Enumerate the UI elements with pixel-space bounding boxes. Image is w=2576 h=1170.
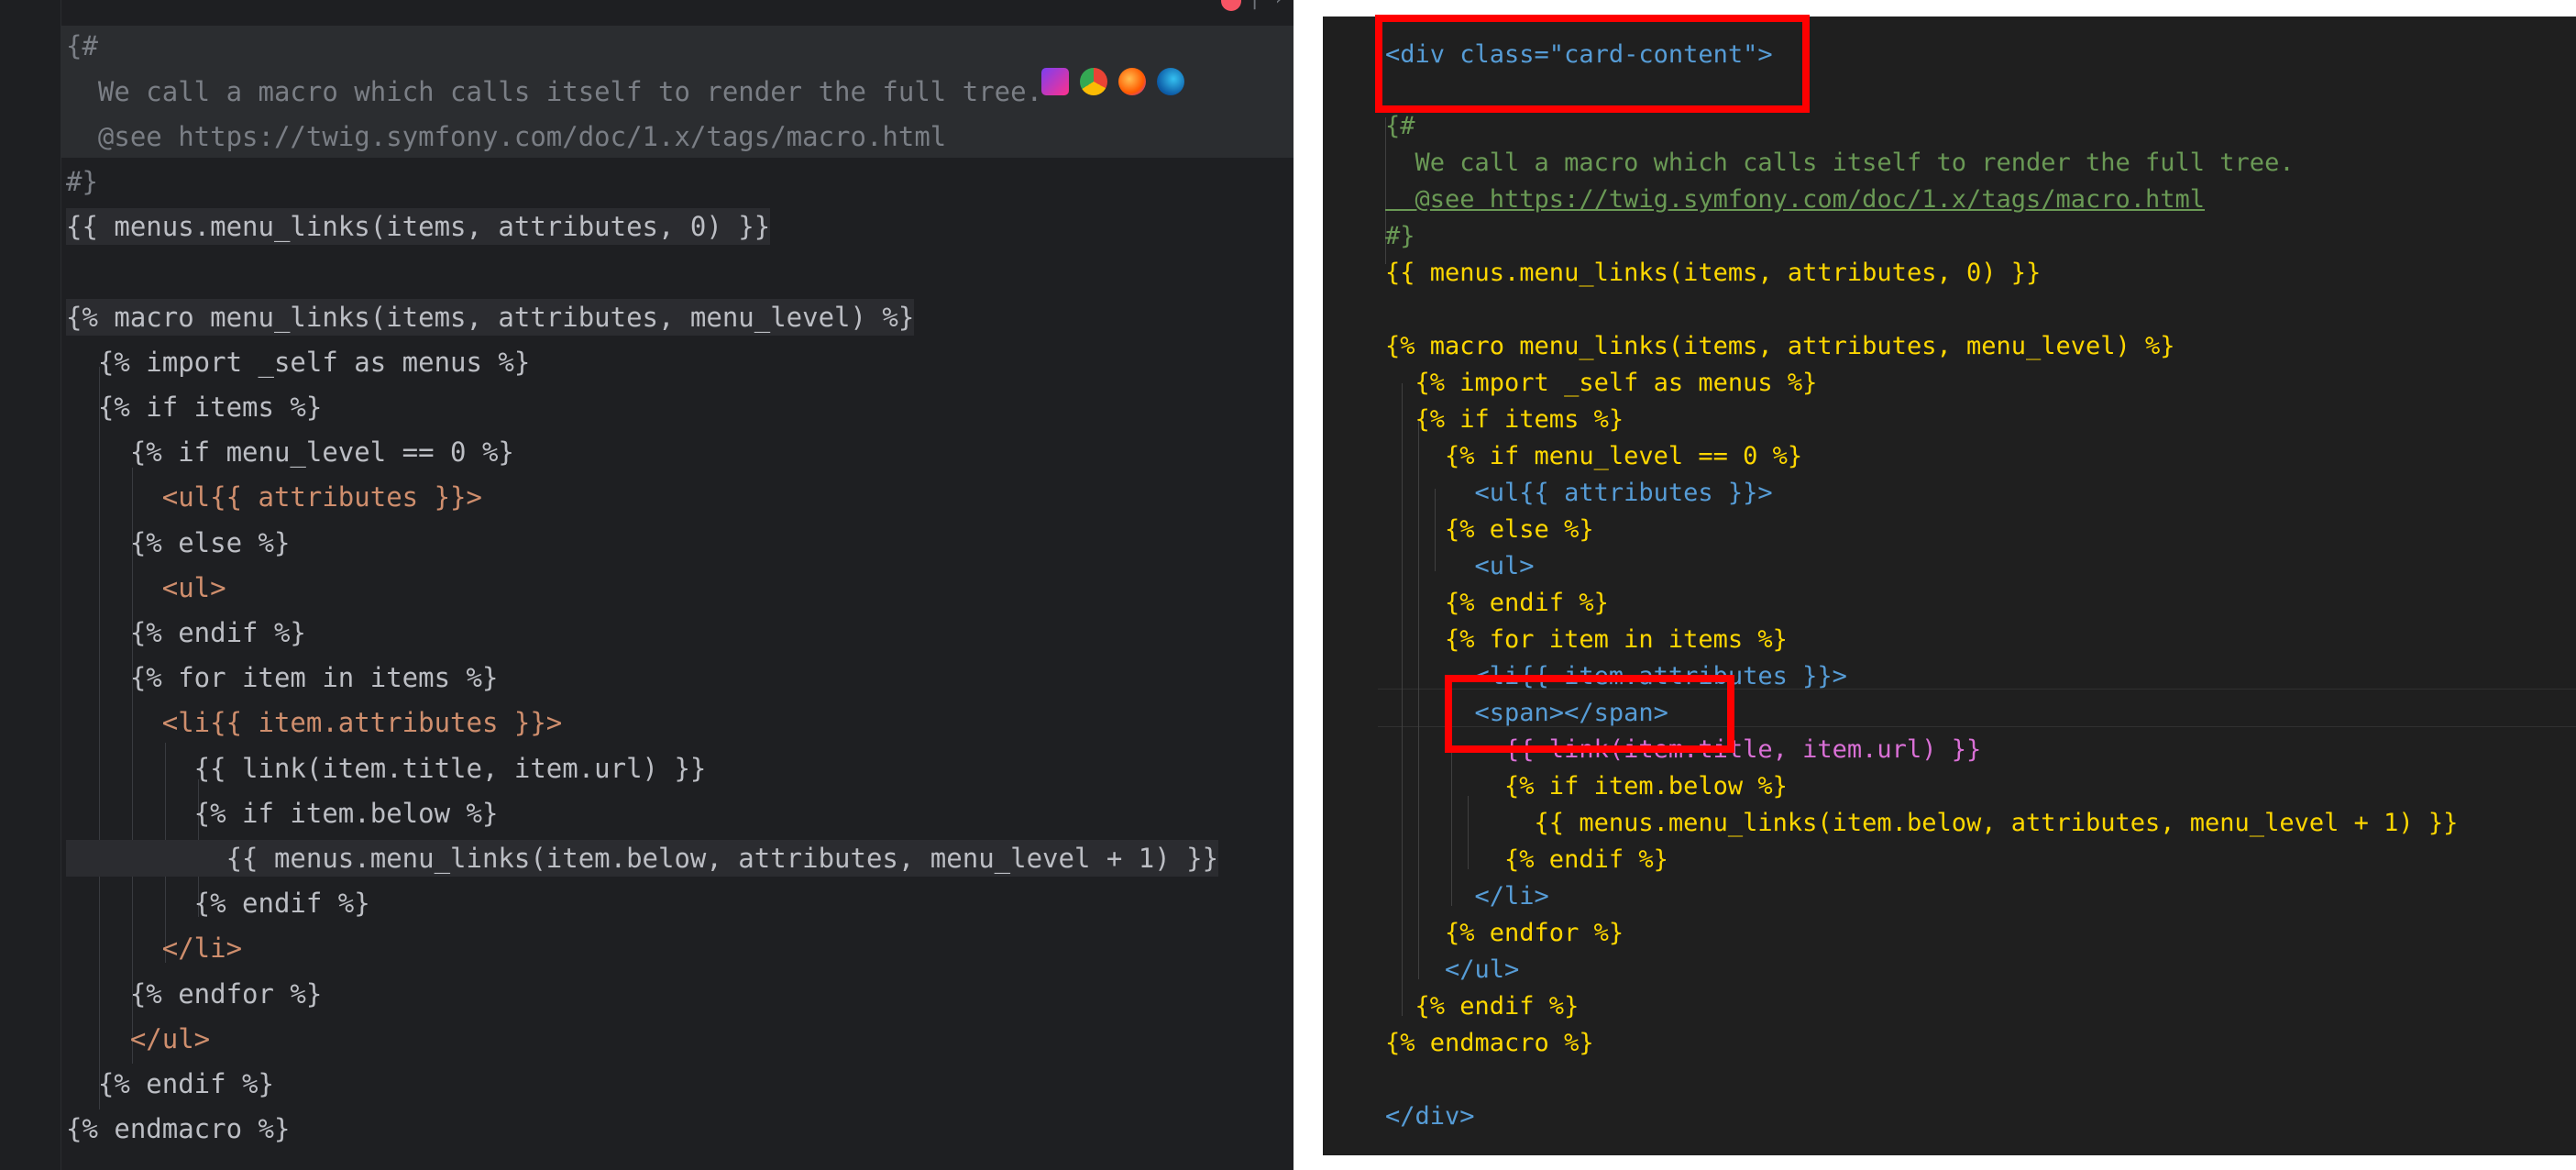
code-line: {% import _self as menus %} [66, 347, 531, 378]
code-line: We call a macro which calls itself to re… [66, 76, 1043, 107]
code-line: </div> [1385, 1102, 1475, 1131]
code-line: </ul> [66, 1023, 211, 1054]
code-line: {% import _self as menus %} [1385, 369, 1818, 397]
firefox-icon[interactable] [1118, 68, 1146, 95]
chrome-icon[interactable] [1080, 68, 1107, 95]
code-line: {% endmacro %} [66, 1113, 291, 1144]
code-line: {# [66, 30, 98, 61]
code-line: {{ menus.menu_links(item.below, attribut… [1385, 809, 2459, 837]
code-line: {{ menus.menu_links(item.below, attribut… [66, 840, 1219, 877]
code-line: {% endif %} [1385, 992, 1580, 1021]
code-line[interactable]: @see https://twig.symfony.com/doc/1.x/ta… [1385, 182, 2206, 218]
code-line: <ul{{ attributes }}> [1385, 479, 1773, 507]
code-line: {% endfor %} [66, 978, 323, 1010]
code-line: {% endif %} [66, 888, 370, 919]
code-line: We call a macro which calls itself to re… [1385, 149, 2295, 177]
highlight-box-div [1375, 15, 1810, 113]
phpstorm-icon[interactable] [1041, 68, 1069, 95]
code-line: {% else %} [66, 527, 291, 558]
code-line: {% endfor %} [1385, 919, 1624, 947]
code-line: {% if item.below %} [1385, 772, 1788, 800]
code-line: {% for item in items %} [66, 662, 499, 693]
code-line: {% if menu_level == 0 %} [1385, 442, 1803, 470]
code-line: <ul> [1385, 552, 1535, 580]
code-line: </li> [1385, 882, 1549, 911]
code-line: </ul> [1385, 955, 1520, 984]
code-line: {% else %} [1385, 515, 1594, 544]
code-line: {% if items %} [1385, 405, 1624, 434]
code-line: {% endif %} [1385, 589, 1609, 617]
code-line: {% if menu_level == 0 %} [66, 436, 514, 468]
code-line: @see https://twig.symfony.com/doc/1.x/ta… [66, 121, 947, 152]
code-line: {{ menus.menu_links(items, attributes, 0… [66, 208, 771, 245]
code-line: {% macro menu_links(items, attributes, m… [1385, 332, 2175, 360]
code-line: {% for item in items %} [1385, 625, 1788, 654]
code-line: <ul{{ attributes }}> [66, 481, 482, 513]
code-line: {% macro menu_links(items, attributes, m… [66, 299, 915, 336]
highlight-box-span [1445, 675, 1734, 753]
code-line: {{ link(item.title, item.url) }} [66, 753, 707, 784]
code-line: {% endif %} [66, 1068, 274, 1099]
code-line: {{ menus.menu_links(items, attributes, 0… [1385, 259, 2042, 287]
code-line: <ul> [66, 572, 226, 603]
code-line: {% if items %} [66, 392, 323, 423]
chevron-icon[interactable]: | › [1249, 0, 1285, 10]
left-code-editor[interactable]: | › {# We call a macro which calls itsel… [0, 0, 1294, 1170]
code-line: {% endmacro %} [1385, 1029, 1594, 1057]
code-line: {# [1385, 112, 1415, 140]
code-line: {% endif %} [66, 617, 306, 648]
code-line: #} [1385, 222, 1415, 250]
code-line: {% if item.below %} [66, 798, 499, 829]
code-line: #} [66, 166, 98, 197]
code-line: {% endif %} [1385, 845, 1668, 874]
browser-preview-icons [1041, 68, 1184, 105]
right-code-editor[interactable]: <div class="card-content"> {# We call a … [1323, 17, 2576, 1155]
code-line: <li{{ item.attributes }}> [66, 707, 563, 738]
line-gutter [0, 0, 61, 1170]
edge-icon[interactable] [1157, 68, 1184, 95]
code-line: </li> [66, 933, 243, 964]
error-indicator-icon[interactable] [1221, 0, 1241, 11]
